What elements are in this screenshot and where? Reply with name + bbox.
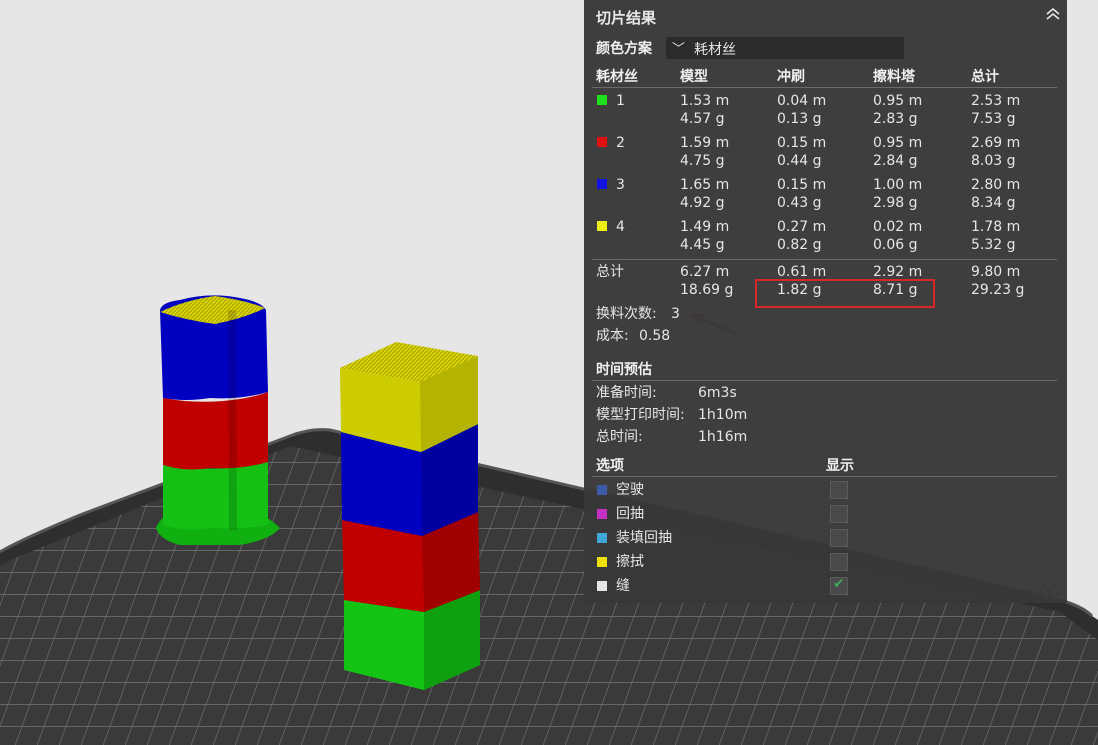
filament-flush-weight: 0.44 g xyxy=(777,153,822,169)
time-estimate-title: 时间预估 xyxy=(596,362,652,378)
filament-flush-length: 0.27 m xyxy=(777,219,827,235)
filament-model-length: 1.49 m xyxy=(680,219,730,235)
option-label: 擦拭 xyxy=(616,554,644,570)
filament-color-swatch xyxy=(597,137,607,147)
option-color-swatch xyxy=(597,485,607,495)
print-model-right[interactable] xyxy=(340,342,480,690)
print-model-left[interactable] xyxy=(156,295,280,545)
option-label: 空驶 xyxy=(616,482,644,498)
total-time-label: 总时间: xyxy=(596,429,643,445)
filament-tower-length: 0.02 m xyxy=(873,219,923,235)
prep-time-label: 准备时间: xyxy=(596,385,657,401)
color-scheme-select[interactable]: ﹀ 耗材丝 xyxy=(666,37,904,59)
divider xyxy=(592,87,1057,88)
divider xyxy=(592,476,1057,477)
slice-results-panel: 切片结果 颜色方案 ﹀ 耗材丝 耗材丝 模型 冲刷 擦料塔 总计 1 1.53 m… xyxy=(584,0,1067,603)
options-header: 选项 xyxy=(596,458,624,474)
filament-id: 3 xyxy=(616,177,625,193)
filament-total-length: 2.53 m xyxy=(971,93,1021,109)
filament-total-length: 1.78 m xyxy=(971,219,1021,235)
chevron-down-icon: ﹀ xyxy=(672,42,686,57)
option-color-swatch xyxy=(597,581,607,591)
divider xyxy=(592,259,1057,260)
filament-tower-length: 0.95 m xyxy=(873,135,923,151)
filament-model-length: 1.53 m xyxy=(680,93,730,109)
filament-total-weight: 7.53 g xyxy=(971,111,1016,127)
option-show-checkbox[interactable] xyxy=(830,529,848,547)
panel-title: 切片结果 xyxy=(596,9,657,27)
cost-label: 成本: xyxy=(596,328,629,344)
filament-model-weight: 4.92 g xyxy=(680,195,725,211)
col-header-filament: 耗材丝 xyxy=(596,69,638,85)
option-show-checkbox[interactable] xyxy=(830,553,848,571)
col-header-total: 总计 xyxy=(971,69,999,85)
filament-total-weight: 8.34 g xyxy=(971,195,1016,211)
option-show-checkbox[interactable] xyxy=(830,481,848,499)
filament-tower-length: 1.00 m xyxy=(873,177,923,193)
filament-model-length: 1.59 m xyxy=(680,135,730,151)
collapse-icon[interactable] xyxy=(1044,5,1062,23)
filament-total-weight: 8.03 g xyxy=(971,153,1016,169)
color-scheme-value: 耗材丝 xyxy=(694,42,736,58)
show-header: 显示 xyxy=(826,458,854,474)
print-time-label: 模型打印时间: xyxy=(596,407,685,423)
option-label: 装填回抽 xyxy=(616,530,672,546)
divider xyxy=(592,380,1057,381)
sum-label: 总计 xyxy=(596,264,624,280)
option-color-swatch xyxy=(597,509,607,519)
filament-id: 2 xyxy=(616,135,625,151)
sum-model-length: 6.27 m xyxy=(680,264,730,280)
sum-total-length: 9.80 m xyxy=(971,264,1021,280)
filament-flush-length: 0.04 m xyxy=(777,93,827,109)
filament-model-weight: 4.45 g xyxy=(680,237,725,253)
print-time-value: 1h10m xyxy=(698,407,748,423)
filament-flush-weight: 0.13 g xyxy=(777,111,822,127)
filament-total-length: 2.69 m xyxy=(971,135,1021,151)
total-time-value: 1h16m xyxy=(698,429,748,445)
filament-id: 4 xyxy=(616,219,625,235)
option-show-checkbox[interactable] xyxy=(830,505,848,523)
cost-value: 0.58 xyxy=(639,328,671,344)
col-header-model: 模型 xyxy=(680,69,708,85)
filament-total-weight: 5.32 g xyxy=(971,237,1016,253)
filament-id: 1 xyxy=(616,93,625,109)
filament-tower-weight: 2.98 g xyxy=(873,195,918,211)
filament-flush-length: 0.15 m xyxy=(777,135,827,151)
option-color-swatch xyxy=(597,533,607,543)
annotation-highlight-box xyxy=(755,279,935,308)
option-color-swatch xyxy=(597,557,607,567)
filament-model-length: 1.65 m xyxy=(680,177,730,193)
option-show-checkbox[interactable]: ✔ xyxy=(830,576,848,595)
filament-tower-length: 0.95 m xyxy=(873,93,923,109)
filament-tower-weight: 2.83 g xyxy=(873,111,918,127)
filament-color-swatch xyxy=(597,179,607,189)
filament-model-weight: 4.57 g xyxy=(680,111,725,127)
filament-changes-label: 换料次数: xyxy=(596,306,657,322)
filament-tower-weight: 2.84 g xyxy=(873,153,918,169)
prep-time-value: 6m3s xyxy=(698,385,737,401)
filament-tower-weight: 0.06 g xyxy=(873,237,918,253)
option-label: 回抽 xyxy=(616,506,644,522)
filament-flush-length: 0.15 m xyxy=(777,177,827,193)
col-header-flush: 冲刷 xyxy=(777,69,805,85)
filament-color-swatch xyxy=(597,221,607,231)
sum-total-weight: 29.23 g xyxy=(971,282,1025,298)
filament-color-swatch xyxy=(597,95,607,105)
filament-model-weight: 4.75 g xyxy=(680,153,725,169)
checkmark-icon: ✔ xyxy=(833,576,845,592)
filament-total-length: 2.80 m xyxy=(971,177,1021,193)
option-label: 缝 xyxy=(616,578,630,594)
col-header-tower: 擦料塔 xyxy=(873,69,915,85)
sum-model-weight: 18.69 g xyxy=(680,282,734,298)
filament-flush-weight: 0.43 g xyxy=(777,195,822,211)
filament-changes-value: 3 xyxy=(671,306,680,322)
color-scheme-label: 颜色方案 xyxy=(596,41,652,57)
filament-flush-weight: 0.82 g xyxy=(777,237,822,253)
